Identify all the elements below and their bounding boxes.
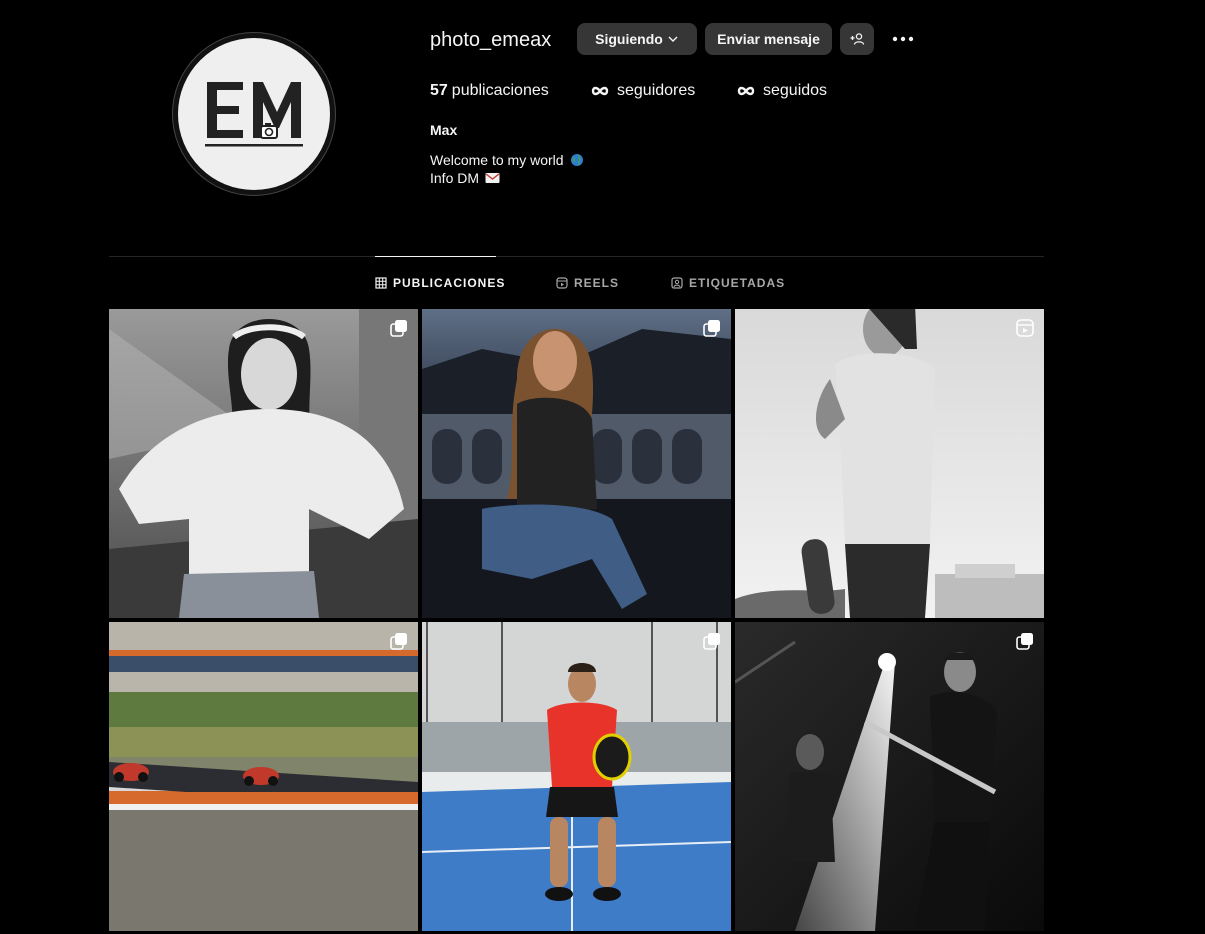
following-button-label: Siguiendo bbox=[595, 31, 663, 47]
tab-label: PUBLICACIONES bbox=[393, 276, 506, 290]
post-tile-1[interactable] bbox=[109, 309, 418, 618]
multi-post-icon bbox=[1016, 633, 1033, 650]
avatar-ring bbox=[172, 32, 336, 196]
infinity-icon bbox=[737, 86, 755, 96]
multi-post-icon bbox=[390, 633, 407, 650]
post-image bbox=[109, 309, 418, 618]
multi-post-icon bbox=[390, 320, 407, 337]
posts-label: publicaciones bbox=[451, 82, 549, 99]
display-name: Max bbox=[430, 122, 458, 138]
tab-reels[interactable]: REELS bbox=[556, 276, 619, 290]
tab-label: REELS bbox=[574, 276, 620, 290]
multi-post-icon bbox=[703, 633, 720, 650]
tagged-icon bbox=[671, 277, 683, 289]
chevron-down-icon bbox=[668, 36, 678, 42]
following-button[interactable]: Siguiendo bbox=[577, 23, 697, 55]
bio-text: Info DM bbox=[430, 170, 480, 186]
more-options-button[interactable] bbox=[888, 27, 918, 51]
post-tile-3[interactable] bbox=[735, 309, 1044, 618]
more-dots-icon bbox=[892, 36, 914, 42]
post-image bbox=[109, 622, 418, 931]
post-image bbox=[422, 622, 731, 931]
envelope-icon bbox=[485, 173, 500, 183]
multi-post-icon bbox=[703, 320, 720, 337]
add-person-icon bbox=[850, 33, 865, 45]
post-image bbox=[735, 622, 1044, 931]
post-image bbox=[422, 309, 731, 618]
post-image bbox=[735, 309, 1044, 618]
username: photo_emeax bbox=[430, 29, 552, 51]
followers-stat[interactable]: seguidores bbox=[591, 82, 695, 100]
tabs-divider bbox=[109, 256, 1044, 257]
post-tile-6[interactable] bbox=[735, 622, 1044, 931]
following-stat[interactable]: seguidos bbox=[737, 82, 827, 100]
tab-label: ETIQUETADAS bbox=[689, 276, 786, 290]
active-tab-indicator bbox=[375, 256, 496, 257]
em-logo-icon bbox=[205, 82, 303, 147]
avatar[interactable] bbox=[178, 38, 330, 190]
post-tile-4[interactable] bbox=[109, 622, 418, 931]
bio-text: Welcome to my world bbox=[430, 152, 564, 168]
send-message-label: Enviar mensaje bbox=[717, 31, 820, 47]
following-label: seguidos bbox=[763, 82, 828, 99]
reels-icon bbox=[556, 277, 568, 289]
send-message-button[interactable]: Enviar mensaje bbox=[705, 23, 832, 55]
post-tile-2[interactable] bbox=[422, 309, 731, 618]
grid-icon bbox=[375, 277, 387, 289]
infinity-icon bbox=[591, 86, 609, 96]
post-tile-5[interactable] bbox=[422, 622, 731, 931]
bio-line: Welcome to my world bbox=[430, 152, 584, 168]
reel-icon bbox=[1016, 319, 1034, 337]
tab-etiquetadas[interactable]: ETIQUETADAS bbox=[671, 276, 785, 290]
bio-line: Info DM bbox=[430, 170, 500, 186]
suggest-people-button[interactable] bbox=[840, 23, 874, 55]
posts-count: 57 bbox=[430, 82, 448, 99]
followers-label: seguidores bbox=[617, 82, 696, 99]
globe-icon bbox=[570, 154, 583, 166]
tab-publicaciones[interactable]: PUBLICACIONES bbox=[375, 276, 505, 290]
posts-stat: 57 publicaciones bbox=[430, 82, 549, 100]
